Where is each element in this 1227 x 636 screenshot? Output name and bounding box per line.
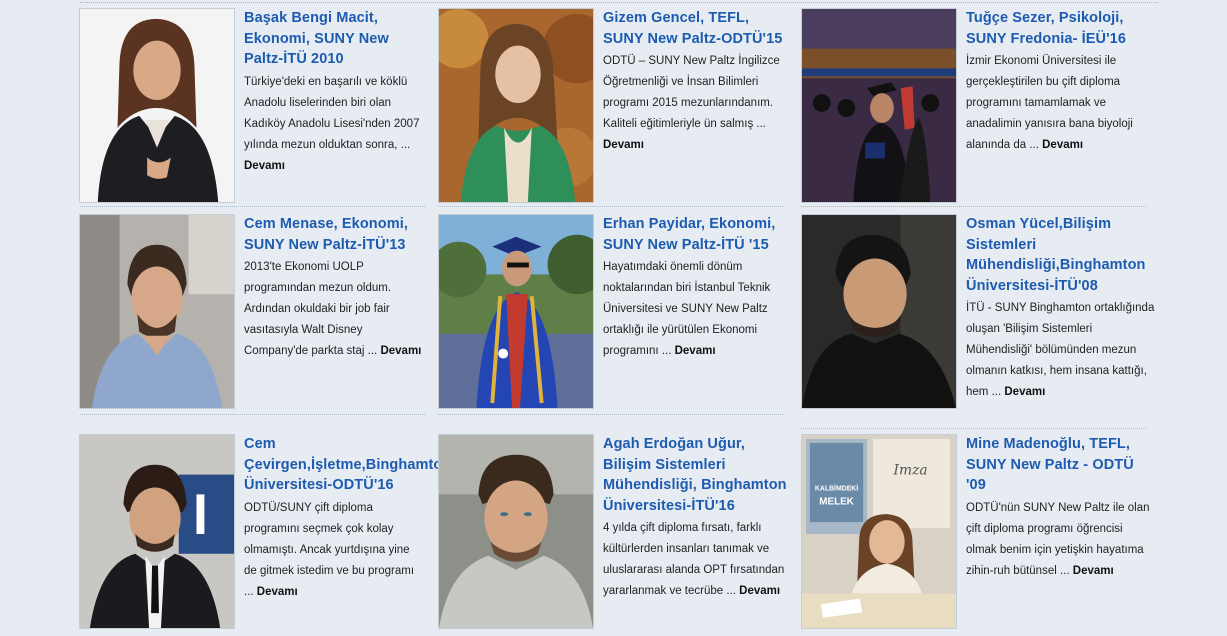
row-divider xyxy=(801,206,1146,207)
testimonial-title-link[interactable]: Başak Bengi Macit, Ekonomi, SUNY New Pal… xyxy=(244,8,424,70)
testimonial-photo[interactable] xyxy=(438,8,594,203)
testimonial-photo[interactable] xyxy=(801,214,957,409)
read-more-link[interactable]: Devamı xyxy=(1073,565,1114,577)
testimonial-title-link[interactable]: Mine Madenoğlu, TEFL, SUNY New Paltz - O… xyxy=(966,434,1151,496)
testimonial-title-link[interactable]: Agah Erdoğan Uğur, Bilişim Sistemleri Mü… xyxy=(603,434,788,516)
testimonial-title-link[interactable]: Gizem Gencel, TEFL, SUNY New Paltz-ODTÜ'… xyxy=(603,8,788,49)
testimonial-title-link[interactable]: Cem Menase, Ekonomi, SUNY New Paltz-İTÜ'… xyxy=(244,214,424,255)
testimonial-excerpt: 4 yılda çift diploma fırsatı, farklı kül… xyxy=(603,522,785,597)
row-divider xyxy=(801,428,1146,429)
read-more-link[interactable]: Devamı xyxy=(257,586,298,598)
poster-text: KALBİMDEKİ xyxy=(815,484,858,492)
read-more-link[interactable]: Devamı xyxy=(739,585,780,597)
testimonial-photo[interactable] xyxy=(801,8,957,203)
testimonial-excerpt: İzmir Ekonomi Üniversitesi ile gerçekleş… xyxy=(966,55,1133,151)
testimonial-title-link[interactable]: Osman Yücel,Bilişim Sistemleri Mühendisl… xyxy=(966,214,1161,296)
testimonial-excerpt: ODTÜ/SUNY çift diploma programını seçmek… xyxy=(244,501,415,598)
testimonial-photo[interactable] xyxy=(438,434,594,629)
row-divider xyxy=(438,206,783,207)
row-divider xyxy=(80,414,425,415)
read-more-link[interactable]: Devamı xyxy=(675,345,716,357)
testimonial-photo[interactable] xyxy=(438,214,594,409)
testimonial-excerpt: ODTÜ – SUNY New Paltz İngilizce Öğretmen… xyxy=(603,55,780,151)
poster-text: MELEK xyxy=(819,496,854,507)
read-more-link[interactable]: Devamı xyxy=(603,139,644,151)
testimonial-excerpt: 2013'te Ekonomi UOLP programından mezun … xyxy=(244,261,422,357)
testimonial-excerpt: Hayatımdaki önemli dönüm noktalarından b… xyxy=(603,261,771,357)
testimonial-title-link[interactable]: Erhan Payidar, Ekonomi, SUNY New Paltz-İ… xyxy=(603,214,788,255)
read-more-link[interactable]: Devamı xyxy=(1004,386,1045,398)
testimonial-photo[interactable] xyxy=(79,434,235,629)
top-divider xyxy=(80,2,1158,3)
testimonial-excerpt: İTÜ - SUNY Binghamton ortaklığında oluşa… xyxy=(966,302,1155,398)
row-divider xyxy=(80,206,425,207)
testimonial-title-link[interactable]: Tuğçe Sezer, Psikoloji, SUNY Fredonia- İ… xyxy=(966,8,1156,49)
testimonial-photo[interactable]: KALBİMDEKİ MELEK Imza xyxy=(801,434,957,629)
poster-text: Imza xyxy=(893,463,928,479)
testimonial-excerpt: ODTÜ'nün SUNY New Paltz ile olan çift di… xyxy=(966,501,1150,577)
read-more-link[interactable]: Devamı xyxy=(380,345,421,357)
row-divider xyxy=(438,414,783,415)
testimonial-title-link[interactable]: Cem Çevirgen,İşletme,Binghamton Üniversi… xyxy=(244,434,451,496)
read-more-link[interactable]: Devamı xyxy=(1042,139,1083,151)
read-more-link[interactable]: Devamı xyxy=(244,160,285,172)
testimonial-excerpt: Türkiye'deki en başarılı ve köklü Anadol… xyxy=(244,75,420,172)
testimonial-photo[interactable] xyxy=(79,8,235,203)
testimonial-photo[interactable] xyxy=(79,214,235,409)
